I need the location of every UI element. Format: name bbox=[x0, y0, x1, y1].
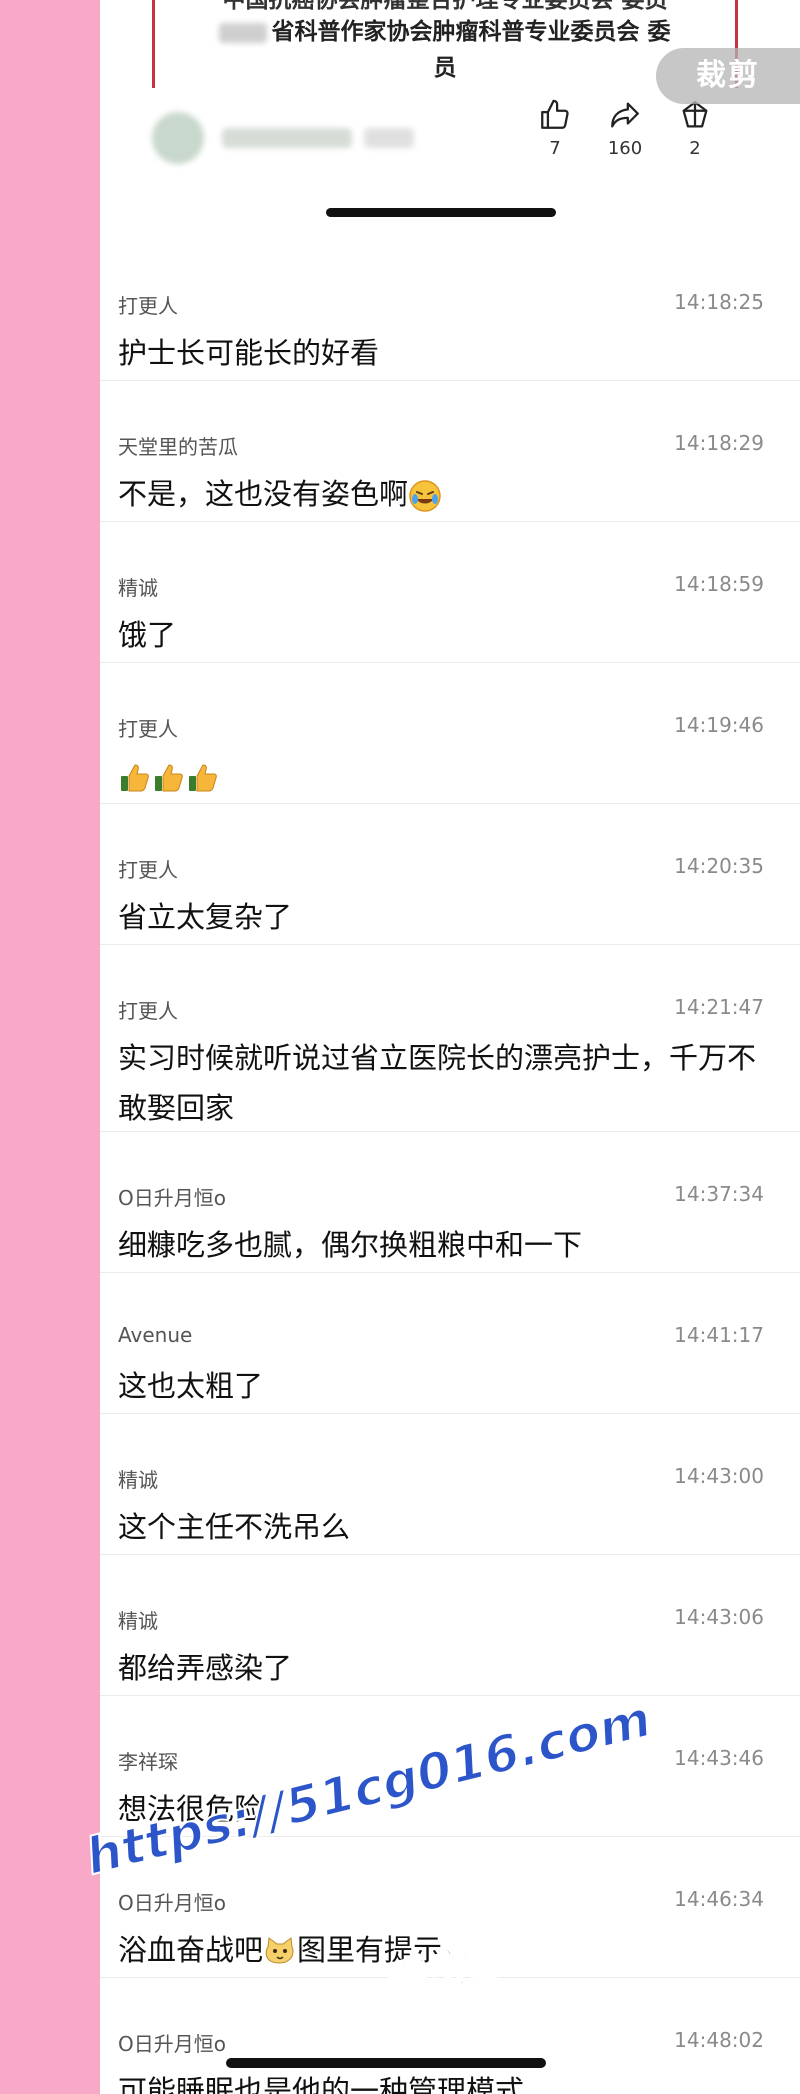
share-arrow-icon bbox=[611, 102, 639, 128]
blurred-author-name bbox=[222, 128, 352, 148]
thumbs-up-emoji-icon bbox=[189, 764, 217, 792]
share-count: 160 bbox=[607, 138, 643, 159]
comment-time: 14:43:46 bbox=[674, 1746, 764, 1770]
comment-item[interactable]: 精诚 14:43:06 都给弄感染了 bbox=[100, 1555, 800, 1696]
post-header: 中国抗癌协会肿瘤整合护理专业委员会 委员 省科普作家协会肿瘤科普专业委员会 委 … bbox=[100, 0, 800, 240]
comment-item[interactable]: 天堂里的苦瓜 14:18:29 不是，这也没有姿色啊 bbox=[100, 381, 800, 522]
comment-text: 护士长可能长的好看 bbox=[118, 336, 380, 370]
comment-username[interactable]: 打更人 bbox=[118, 854, 178, 883]
comment-username[interactable]: O日升月恒o bbox=[118, 1182, 226, 1211]
comment-time: 14:18:59 bbox=[674, 572, 764, 596]
left-pink-stripe bbox=[0, 0, 100, 2094]
thumbs-up-emoji-icon bbox=[121, 764, 149, 792]
comment-item[interactable]: Avenue 14:41:17 这也太粗了 bbox=[100, 1273, 800, 1414]
laughing-tears-emoji-icon bbox=[409, 480, 441, 512]
like-count: 7 bbox=[549, 138, 561, 159]
crop-button[interactable]: 裁剪 bbox=[656, 48, 800, 104]
comment-time: 14:43:00 bbox=[674, 1464, 764, 1488]
comment-username[interactable]: 精诚 bbox=[118, 1464, 158, 1493]
comment-username[interactable]: 精诚 bbox=[118, 572, 158, 601]
blurred-author-meta bbox=[364, 128, 414, 148]
post-quote-box: 中国抗癌协会肿瘤整合护理专业委员会 委员 省科普作家协会肿瘤科普专业委员会 委 … bbox=[152, 0, 738, 88]
comment-username[interactable]: Avenue bbox=[118, 1323, 192, 1347]
comment-time: 14:20:35 bbox=[674, 854, 764, 878]
thumbs-up-emoji-icon bbox=[155, 764, 183, 792]
comment-time: 14:21:47 bbox=[674, 995, 764, 1019]
comment-username[interactable]: O日升月恒o bbox=[118, 2028, 226, 2057]
cat-face-emoji-icon bbox=[265, 1937, 294, 1964]
comment-time: 14:18:25 bbox=[674, 290, 764, 314]
thumbs-up-icon bbox=[541, 99, 569, 129]
comment-text-content: 浴血奋战吧 bbox=[118, 1933, 264, 1967]
comment-time: 14:19:46 bbox=[674, 713, 764, 737]
comment-text: 细糠吃多也腻，偶尔换粗粮中和一下 bbox=[118, 1228, 583, 1262]
sheet-drag-handle[interactable] bbox=[326, 208, 556, 217]
comment-text: 实习时候就听说过省立医院长的漂亮护士，千万不敢娶回家 bbox=[118, 1041, 757, 1125]
home-indicator[interactable] bbox=[226, 2058, 546, 2068]
comment-time: 14:46:34 bbox=[674, 1887, 764, 1911]
gift-button[interactable]: 2 bbox=[660, 98, 730, 159]
comment-item[interactable]: 打更人 14:20:35 省立太复杂了 bbox=[100, 804, 800, 945]
comment-username[interactable]: 打更人 bbox=[118, 995, 178, 1024]
comment-item[interactable]: 打更人 14:18:25 护士长可能长的好看 bbox=[100, 240, 800, 381]
comment-item[interactable]: 精诚 14:43:00 这个主任不洗吊么 bbox=[100, 1414, 800, 1555]
comment-item[interactable]: 打更人 14:19:46 bbox=[100, 663, 800, 804]
comment-text: 这个主任不洗吊么 bbox=[118, 1510, 351, 1544]
comment-username[interactable]: 天堂里的苦瓜 bbox=[118, 431, 238, 460]
comment-time: 14:37:34 bbox=[674, 1182, 764, 1206]
comment-username[interactable]: 李祥琛 bbox=[118, 1746, 178, 1775]
comment-text: 不是，这也没有姿色啊 bbox=[118, 469, 758, 519]
like-button[interactable]: 7 bbox=[520, 98, 590, 159]
comment-time: 14:48:02 bbox=[674, 2028, 764, 2052]
quote-line: 员 bbox=[433, 55, 457, 81]
comment-text: 省立太复杂了 bbox=[118, 900, 293, 934]
comment-text: 饿了 bbox=[118, 618, 177, 652]
comment-time: 14:43:06 bbox=[674, 1605, 764, 1629]
comment-time: 14:41:17 bbox=[674, 1323, 764, 1347]
comment-text: 可能睡眠也是他的一种管理模式 bbox=[118, 2074, 525, 2094]
comment-time: 14:18:29 bbox=[674, 431, 764, 455]
quote-line: 省科普作家协会肿瘤科普专业委员会 委 bbox=[155, 12, 735, 46]
comment-text: 都给弄感染了 bbox=[118, 1651, 293, 1685]
comment-text-content: 不是，这也没有姿色啊 bbox=[118, 477, 409, 511]
avatar[interactable] bbox=[152, 112, 204, 164]
gift-count: 2 bbox=[689, 138, 701, 159]
quote-line-text: 省科普作家协会肿瘤科普专业委员会 委 bbox=[271, 19, 671, 45]
comment-username[interactable]: 打更人 bbox=[118, 713, 178, 742]
comment-username[interactable]: 打更人 bbox=[118, 290, 178, 319]
comment-text: 这也太粗了 bbox=[118, 1369, 264, 1403]
comment-text bbox=[118, 751, 758, 801]
comment-item[interactable]: 打更人 14:21:47 实习时候就听说过省立医院长的漂亮护士，千万不敢娶回家 bbox=[100, 945, 800, 1132]
author-row[interactable] bbox=[152, 108, 512, 168]
share-button[interactable]: 160 bbox=[590, 98, 660, 159]
comment-item[interactable]: O日升月恒o 14:37:34 细糠吃多也腻，偶尔换粗粮中和一下 bbox=[100, 1132, 800, 1273]
comment-username[interactable]: O日升月恒o bbox=[118, 1887, 226, 1916]
blurred-text bbox=[219, 22, 268, 43]
comment-username[interactable]: 精诚 bbox=[118, 1605, 158, 1634]
comment-item[interactable]: 精诚 14:18:59 饿了 bbox=[100, 522, 800, 663]
